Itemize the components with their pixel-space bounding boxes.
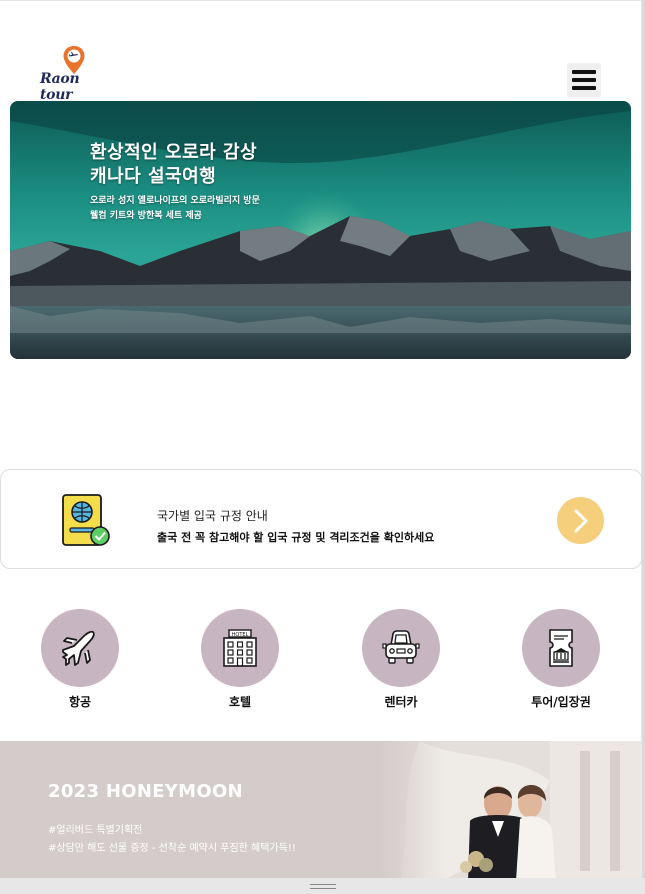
banner-sub-line1: 오로라 성지 옐로나이프의 오로라빌리지 방문 <box>90 196 260 206</box>
category-label: 투어/입장권 <box>531 695 591 709</box>
category-rentcar[interactable]: 렌터카 <box>362 609 440 713</box>
category-label: 항공 <box>68 695 92 709</box>
banner-title-line1: 환상적인 오로라 감상 <box>90 142 258 163</box>
chevron-right-icon <box>574 509 588 533</box>
bottom-bar <box>0 878 645 894</box>
category-hotel[interactable]: HOTEL 호텔 <box>201 609 279 713</box>
hamburger-menu-icon <box>572 70 596 74</box>
drag-handle-icon[interactable] <box>310 884 336 889</box>
category-tour-ticket[interactable]: 투어/입장권 <box>522 609 600 713</box>
logo[interactable]: Raon tour <box>40 45 108 103</box>
hamburger-line <box>572 86 596 90</box>
category-circle <box>362 609 440 687</box>
hamburger-line <box>572 78 596 82</box>
entry-info-card[interactable]: 국가별 입국 규정 안내 출국 전 꼭 참고해야 할 입국 규정 및 격리조건을… <box>0 469 642 569</box>
category-circle: HOTEL <box>201 609 279 687</box>
category-label: 호텔 <box>228 695 252 709</box>
category-flight[interactable]: 항공 <box>41 609 119 713</box>
honeymoon-title: 2023 HONEYMOON <box>48 781 243 802</box>
banner-title: 환상적인 오로라 감상 캐나다 설국여행 <box>90 141 257 189</box>
page: Raon tour 환상적인 오로라 감상 캐나다 설국여행 오로라 성지 옐로… <box>0 0 642 894</box>
car-icon <box>382 630 420 664</box>
category-circle <box>522 609 600 687</box>
honeymoon-banner[interactable]: 2023 HONEYMOON #얼리버드 특별기획전 #상담만 해도 선물 증정… <box>0 741 642 881</box>
honeymoon-line2: #상담만 해도 선물 증정 - 선착순 예약시 푸짐한 혜택가득!! <box>48 843 296 854</box>
entry-info-description: 출국 전 꼭 참고해야 할 입국 규정 및 격리조건을 확인하세요 <box>157 531 435 544</box>
aurora-landscape-image <box>10 101 631 359</box>
passport-icon <box>62 494 110 546</box>
ticket-icon <box>549 629 573 667</box>
hero-banner[interactable]: 환상적인 오로라 감상 캐나다 설국여행 오로라 성지 옐로나이프의 오로라빌리… <box>10 101 631 359</box>
entry-info-title: 국가별 입국 규정 안내 <box>157 509 268 523</box>
banner-sub-line2: 웰컴 키트와 방한복 세트 제공 <box>90 211 202 221</box>
airplane-icon <box>62 630 95 666</box>
logo-text: Raon tour <box>40 71 80 103</box>
category-circle <box>41 609 119 687</box>
category-label: 렌터카 <box>384 695 418 709</box>
banner-title-line2: 캐나다 설국여행 <box>90 166 217 187</box>
wedding-couple-image <box>380 741 642 881</box>
honeymoon-line1: #얼리버드 특별기획전 <box>48 825 143 836</box>
entry-info-arrow-button[interactable] <box>557 497 604 544</box>
banner-subtitle: 오로라 성지 옐로나이프의 오로라빌리지 방문 웰컴 키트와 방한복 세트 제공 <box>90 194 260 224</box>
menu-button[interactable] <box>567 63 601 97</box>
hotel-icon: HOTEL <box>223 629 257 667</box>
svg-text:HOTEL: HOTEL <box>232 632 249 638</box>
